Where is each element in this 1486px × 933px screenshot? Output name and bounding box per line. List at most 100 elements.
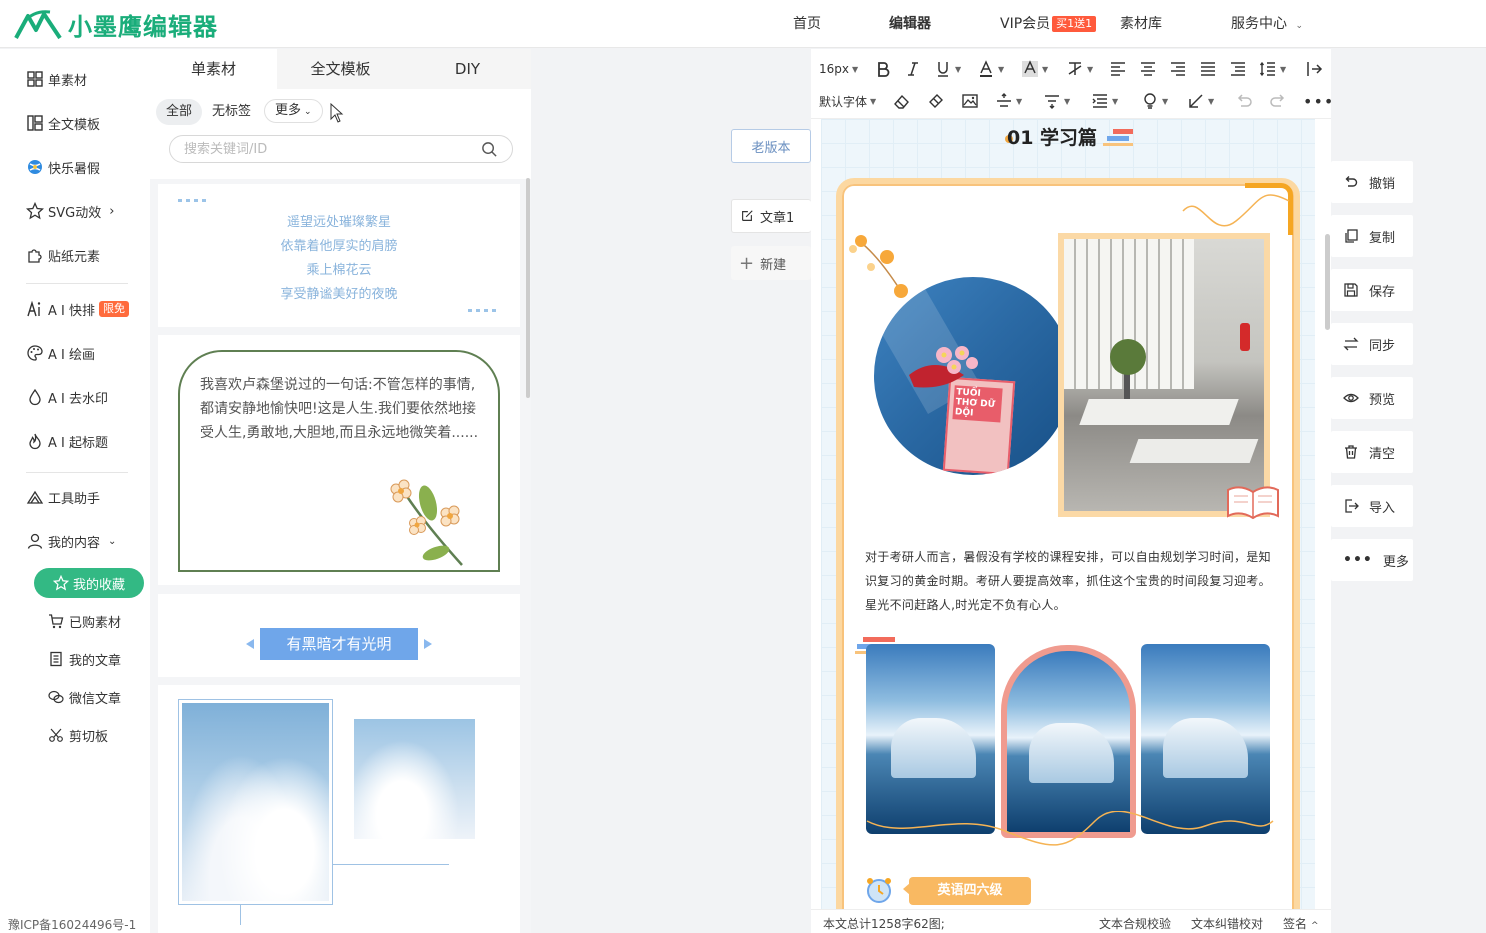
more-tools-icon[interactable]: ••• [1303, 91, 1334, 111]
italic-button[interactable] [904, 59, 922, 79]
background-color-button[interactable]: ▼ [1021, 59, 1048, 79]
align-center-button[interactable] [1139, 59, 1157, 79]
sidebar-item-template[interactable]: 全文模板 [26, 112, 100, 134]
iceberg-photo[interactable] [866, 644, 995, 834]
sidebar-item-svg[interactable]: SVG动效 › [26, 200, 114, 222]
preview-button[interactable]: 预览 [1331, 377, 1413, 419]
line-height-button[interactable]: ▼ [1259, 59, 1286, 79]
tag-arrow [903, 883, 910, 895]
signature-select[interactable]: 签名 ^ [1283, 915, 1319, 932]
sidebar-item-sticker[interactable]: 贴纸元素 [26, 244, 100, 266]
more-button[interactable]: ••• 更多 [1331, 539, 1413, 581]
sidebar-item-summer[interactable]: 快乐暑假 [26, 156, 100, 178]
sidebar-item-my-content[interactable]: 我的内容 ⌄ [26, 530, 116, 552]
redo-icon [1270, 94, 1285, 107]
justify-button[interactable] [1199, 59, 1217, 79]
filter-all[interactable]: 全部 [156, 99, 203, 125]
action-label: 清空 [1369, 446, 1396, 462]
sidebar-item-label: 快乐暑假 [48, 161, 101, 177]
indent-button[interactable] [1229, 59, 1247, 79]
search-icon[interactable] [481, 141, 498, 158]
material-card-poem[interactable]: 遥望远处璀璨繁星 依靠着他厚实的肩膀 乘上棉花云 享受静谧美好的夜晚 [158, 184, 520, 327]
sidebar-item-ai-watermark[interactable]: A I 去水印 [26, 386, 108, 408]
sidebar-divider [26, 472, 128, 473]
old-version-button[interactable]: 老版本 [731, 129, 811, 163]
dash-decoration [178, 199, 210, 202]
sub-item-label: 剪切板 [69, 729, 109, 745]
save-button[interactable]: 保存 [1331, 269, 1413, 311]
filter-more[interactable]: 更多 ⌄ [264, 99, 323, 123]
redo-button[interactable] [1269, 91, 1287, 111]
clear-format-button[interactable]: ▼ [1066, 59, 1093, 79]
material-card-quote[interactable]: 我喜欢卢森堡说过的一句话:不管怎样的事情,都请安静地愉快吧!这是人生.我们要依然… [158, 335, 520, 585]
iceberg-photo[interactable] [1141, 644, 1270, 834]
export-button[interactable] [1305, 59, 1323, 79]
spacing-icon [1045, 95, 1059, 109]
font-size-select[interactable]: 16px ▼ [819, 59, 858, 79]
sidebar-item-ai-layout[interactable]: A I 快排 限免 [26, 298, 129, 320]
light-button[interactable]: ▼ [1141, 91, 1168, 111]
nav-editor[interactable]: 编辑器 [889, 0, 931, 48]
nav-home[interactable]: 首页 [793, 0, 821, 48]
undo-action-button[interactable]: 撤销 [1331, 161, 1413, 203]
material-card-banner[interactable]: 有黑暗才有光明 [158, 594, 520, 677]
room-photo[interactable] [1064, 239, 1264, 511]
new-article-button[interactable]: + 新建 [731, 246, 811, 280]
sidebar-item-tools[interactable]: 工具助手 [26, 486, 100, 508]
font-family-select[interactable]: 默认字体 ▼ [819, 91, 876, 111]
editor-canvas[interactable]: 01 学习篇 TUỔI THƠ DỮ DỘI 对于考研人而言，暑假没有学校的课程… [821, 119, 1315, 909]
clear-button[interactable]: 清空 [1331, 431, 1413, 473]
nav-service[interactable]: 服务中心 ⌄ [1231, 0, 1303, 48]
sub-item-wechat[interactable]: 微信文章 [48, 686, 121, 708]
tab-template[interactable]: 全文模板 [277, 49, 404, 89]
word-count: 本文总计1258字62图; [823, 917, 945, 931]
circle-photo[interactable]: TUỔI THƠ DỮ DỘI [871, 274, 1075, 478]
italic-icon [908, 62, 918, 76]
underline-button[interactable]: ▼ [934, 59, 961, 79]
sub-item-favorites[interactable]: 我的收藏 [34, 568, 144, 598]
align-left-button[interactable] [1109, 59, 1127, 79]
sub-item-clipboard[interactable]: 剪切板 [48, 724, 108, 746]
status-bar: 本文总计1258字62图; 文本合规校验 文本纠错校对 签名 ^ [811, 909, 1331, 933]
format-brush-button[interactable] [927, 91, 945, 111]
spacing-before-button[interactable]: ▼ [995, 91, 1022, 111]
arrow-tool-button[interactable]: ▼ [1187, 91, 1214, 111]
bold-button[interactable] [874, 59, 892, 79]
sidebar-item-ai-paint[interactable]: A I 绘画 [26, 342, 95, 364]
material-card-clouds[interactable] [158, 685, 520, 933]
copy-button[interactable]: 复制 [1331, 215, 1413, 257]
import-button[interactable]: 导入 [1331, 485, 1413, 527]
nav-library[interactable]: 素材库 [1120, 0, 1162, 48]
sub-item-label: 微信文章 [69, 691, 122, 707]
align-right-button[interactable] [1169, 59, 1187, 79]
font-color-button[interactable]: ▼ [977, 59, 1004, 79]
image-button[interactable] [961, 91, 979, 111]
filter-untagged[interactable]: 无标签 [202, 99, 261, 125]
sub-item-purchased[interactable]: 已购素材 [48, 610, 121, 632]
proofread-link[interactable]: 文本纠错校对 [1191, 915, 1263, 932]
sidebar-item-label: SVG动效 [48, 205, 102, 221]
logo[interactable]: 小墨鹰编辑器 [14, 6, 218, 42]
iceberg-photo-arch[interactable] [1001, 645, 1136, 838]
sync-button[interactable]: 同步 [1331, 323, 1413, 365]
editor-scrollbar[interactable] [1325, 234, 1330, 330]
letter-spacing-button[interactable]: ▼ [1091, 91, 1118, 111]
compliance-check-link[interactable]: 文本合规校验 [1099, 915, 1171, 932]
tab-diy[interactable]: DIY [404, 49, 531, 89]
spacing-after-button[interactable]: ▼ [1043, 91, 1070, 111]
sidebar-item-single[interactable]: 单素材 [26, 68, 87, 90]
wave-line-decoration-icon [866, 811, 1274, 846]
logo-text: 小墨鹰编辑器 [68, 12, 218, 41]
eraser-button[interactable] [893, 91, 911, 111]
sub-item-articles[interactable]: 我的文章 [48, 648, 121, 670]
search-input[interactable] [184, 136, 474, 162]
sidebar-item-ai-title[interactable]: A I 起标题 [26, 430, 108, 452]
panel-scrollbar[interactable] [526, 178, 530, 398]
tab-single[interactable]: 单素材 [150, 49, 277, 89]
font-family-value: 默认字体 [819, 94, 868, 109]
nav-vip[interactable]: VIP会员 买1送1 [1000, 0, 1097, 48]
action-label: 同步 [1369, 338, 1396, 354]
filter-more-label: 更多 [275, 103, 302, 118]
article-tab[interactable]: 文章1 [731, 199, 811, 233]
undo-button[interactable] [1235, 91, 1253, 111]
